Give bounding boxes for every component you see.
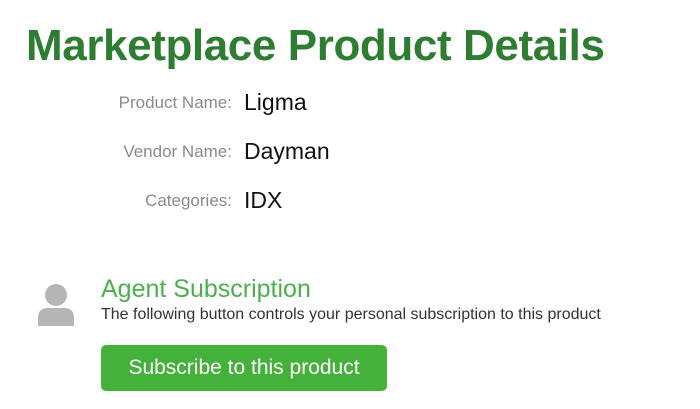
agent-subscription-section: Agent Subscription The following button …	[36, 272, 676, 402]
vendor-name-label: Vendor Name:	[123, 142, 232, 161]
user-avatar-icon	[36, 282, 76, 326]
categories-row: Categories: IDX	[0, 182, 700, 218]
categories-label: Categories:	[145, 191, 232, 210]
vendor-name-row: Vendor Name: Dayman	[0, 133, 700, 169]
subscribe-button[interactable]: Subscribe to this product	[101, 345, 387, 391]
product-name-label: Product Name:	[118, 93, 232, 112]
agent-subscription-description: The following button controls your perso…	[101, 306, 601, 323]
page-title: Marketplace Product Details	[26, 21, 605, 70]
vendor-name-value: Dayman	[244, 138, 330, 164]
agent-subscription-title: Agent Subscription	[101, 275, 311, 303]
categories-value: IDX	[244, 187, 283, 213]
product-name-value: Ligma	[244, 89, 307, 115]
product-name-row: Product Name: Ligma	[0, 84, 700, 120]
